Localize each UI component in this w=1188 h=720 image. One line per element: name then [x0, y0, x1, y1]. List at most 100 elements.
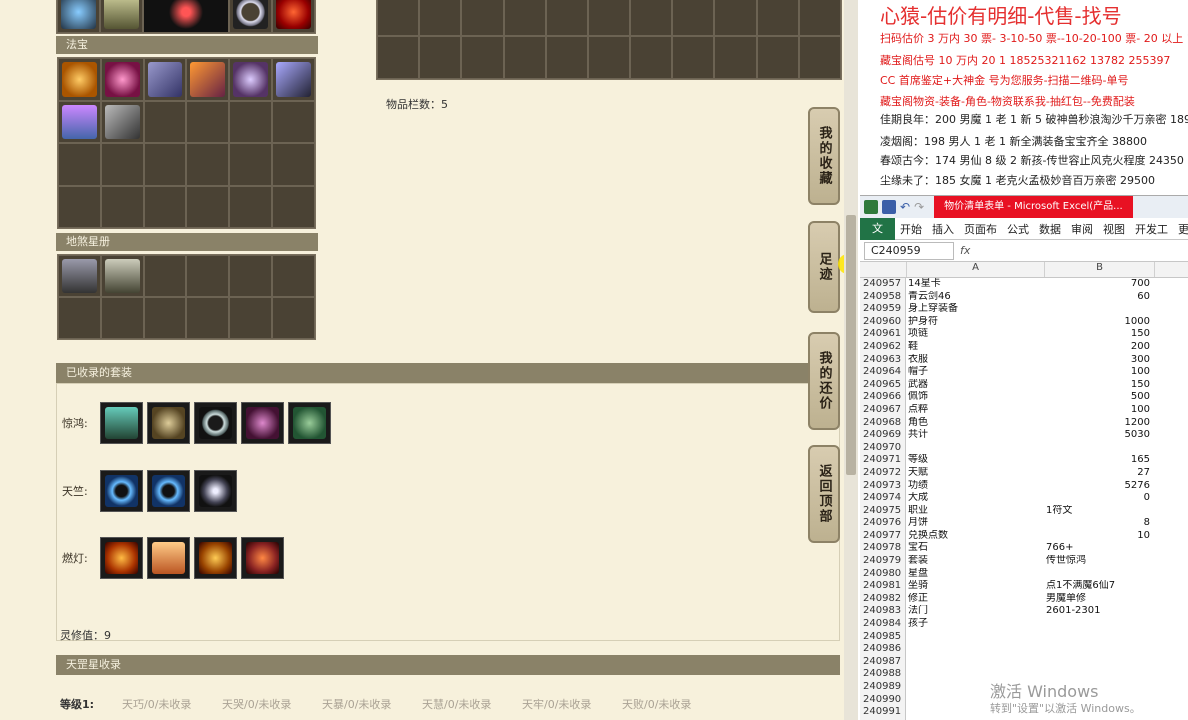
storage-slot[interactable]	[461, 0, 504, 36]
cell-b[interactable]: 传世惊鸿	[1044, 555, 1154, 568]
cell-b[interactable]: 100	[1044, 366, 1154, 379]
cell-a[interactable]: 宝石	[906, 542, 1044, 555]
skull-mask-icon[interactable]	[147, 402, 190, 444]
orb-icon[interactable]	[194, 470, 237, 512]
storage-slot[interactable]	[503, 0, 546, 36]
cell-b[interactable]: 165	[1044, 454, 1154, 467]
row-number[interactable]: 240979	[860, 555, 906, 568]
cell-b[interactable]	[1044, 618, 1154, 631]
ribbon-tab[interactable]: 视图	[1098, 221, 1130, 237]
cell-a[interactable]: 月饼	[906, 517, 1044, 530]
select-all[interactable]	[860, 262, 906, 277]
cell-a[interactable]: 护身符	[906, 316, 1044, 329]
row-number[interactable]: 240968	[860, 416, 906, 430]
cell-b[interactable]: 300	[1044, 354, 1154, 367]
row-number[interactable]: 240977	[860, 529, 906, 543]
fire-armor-icon[interactable]	[100, 537, 143, 579]
dixiao-slot[interactable]	[229, 297, 273, 339]
cell-a[interactable]: 衣服	[906, 354, 1044, 367]
storage-slot[interactable]	[672, 0, 715, 36]
column-header-c[interactable]	[1154, 262, 1188, 277]
save-icon[interactable]	[882, 200, 896, 214]
storage-slot[interactable]	[587, 0, 631, 36]
cell-a[interactable]: 星盘	[906, 568, 1044, 581]
dixiao-slot[interactable]	[186, 297, 230, 339]
cell-a[interactable]	[906, 656, 1044, 669]
row-number[interactable]: 240982	[860, 592, 906, 606]
row-number[interactable]: 240964	[860, 366, 906, 379]
my-offers-button[interactable]: 我的还价	[808, 332, 840, 430]
storage-slot[interactable]	[630, 0, 673, 36]
fabao-slot[interactable]	[186, 143, 230, 186]
row-number[interactable]: 240957	[860, 278, 906, 291]
cell-a[interactable]: 孩子	[906, 618, 1044, 631]
fabao-slot[interactable]	[272, 58, 315, 101]
cell-a[interactable]: 兑换点数	[906, 530, 1044, 543]
cell-a[interactable]: 坐骑	[906, 580, 1044, 593]
row-number[interactable]: 240978	[860, 542, 906, 556]
storage-slot[interactable]	[419, 0, 462, 36]
row-number[interactable]: 240985	[860, 630, 906, 644]
cell-b[interactable]: 2601-2301	[1044, 605, 1154, 618]
row-number[interactable]: 240969	[860, 429, 906, 442]
storage-slot[interactable]	[714, 36, 757, 79]
cell-b[interactable]	[1044, 303, 1154, 316]
fabao-slot[interactable]	[143, 100, 187, 143]
cell-b[interactable]: 点1不满魔6仙7	[1044, 580, 1154, 593]
dixiao-slot[interactable]	[143, 297, 187, 339]
cell-a[interactable]: 点粹	[906, 404, 1044, 417]
fabao-slot[interactable]	[58, 185, 101, 228]
cell-b[interactable]: 200	[1044, 341, 1154, 354]
cell-b[interactable]: 0	[1044, 492, 1154, 505]
ribbon-tab[interactable]: 更多	[1173, 221, 1188, 237]
cell-a[interactable]: 修正	[906, 593, 1044, 606]
row-number[interactable]: 240990	[860, 693, 906, 707]
row-number[interactable]: 240961	[860, 328, 906, 341]
ribbon-tab[interactable]: 审阅	[1066, 221, 1098, 237]
redo-icon[interactable]: ↷	[914, 200, 924, 214]
fabao-slot[interactable]	[100, 100, 144, 143]
cell-b[interactable]: 1符文	[1044, 505, 1154, 518]
dixiao-slot[interactable]	[100, 255, 144, 297]
inventory-slot[interactable]	[143, 0, 229, 33]
row-number[interactable]: 240958	[860, 290, 906, 304]
cell-b[interactable]	[1044, 568, 1154, 581]
ribbon-tab[interactable]: 数据	[1034, 221, 1066, 237]
ribbon-tab[interactable]: 开始	[895, 221, 927, 237]
fabao-slot[interactable]	[186, 185, 230, 228]
row-number[interactable]: 240991	[860, 706, 906, 719]
row-number[interactable]: 240987	[860, 655, 906, 669]
cell-b[interactable]: 27	[1044, 467, 1154, 480]
row-number[interactable]: 240960	[860, 315, 906, 329]
cell-b[interactable]	[1044, 631, 1154, 644]
ribbon-tab[interactable]: 插入	[927, 221, 959, 237]
row-number[interactable]: 240984	[860, 618, 906, 631]
inventory-slot[interactable]	[100, 0, 143, 33]
row-number[interactable]: 240973	[860, 479, 906, 493]
fabao-slot[interactable]	[143, 143, 187, 186]
cell-a[interactable]	[906, 643, 1044, 656]
row-number[interactable]: 240989	[860, 681, 906, 694]
dixiao-slot[interactable]	[58, 255, 101, 297]
cell-a[interactable]: 鞋	[906, 341, 1044, 354]
cell-b[interactable]: 100	[1044, 404, 1154, 417]
my-favorites-button[interactable]: 我的收藏	[808, 107, 840, 205]
cell-a[interactable]: 武器	[906, 379, 1044, 392]
cell-a[interactable]: 套装	[906, 555, 1044, 568]
blue-ring-icon[interactable]	[100, 470, 143, 512]
dixiao-slot[interactable]	[58, 297, 101, 339]
storage-slot[interactable]	[798, 36, 841, 79]
cell-b[interactable]	[1044, 442, 1154, 455]
name-box[interactable]: C240959	[864, 241, 954, 260]
dixiao-slot[interactable]	[186, 255, 230, 297]
dixiao-slot[interactable]	[100, 297, 144, 339]
cell-a[interactable]: 大成	[906, 492, 1044, 505]
cell-a[interactable]: 项链	[906, 328, 1044, 341]
storage-slot[interactable]	[672, 36, 715, 79]
storage-slot[interactable]	[377, 36, 420, 79]
dixiao-slot[interactable]	[272, 255, 315, 297]
undo-icon[interactable]: ↶	[900, 200, 910, 214]
cell-b[interactable]	[1044, 656, 1154, 669]
cell-b[interactable]: 700	[1044, 278, 1154, 291]
storage-slot[interactable]	[587, 36, 631, 79]
